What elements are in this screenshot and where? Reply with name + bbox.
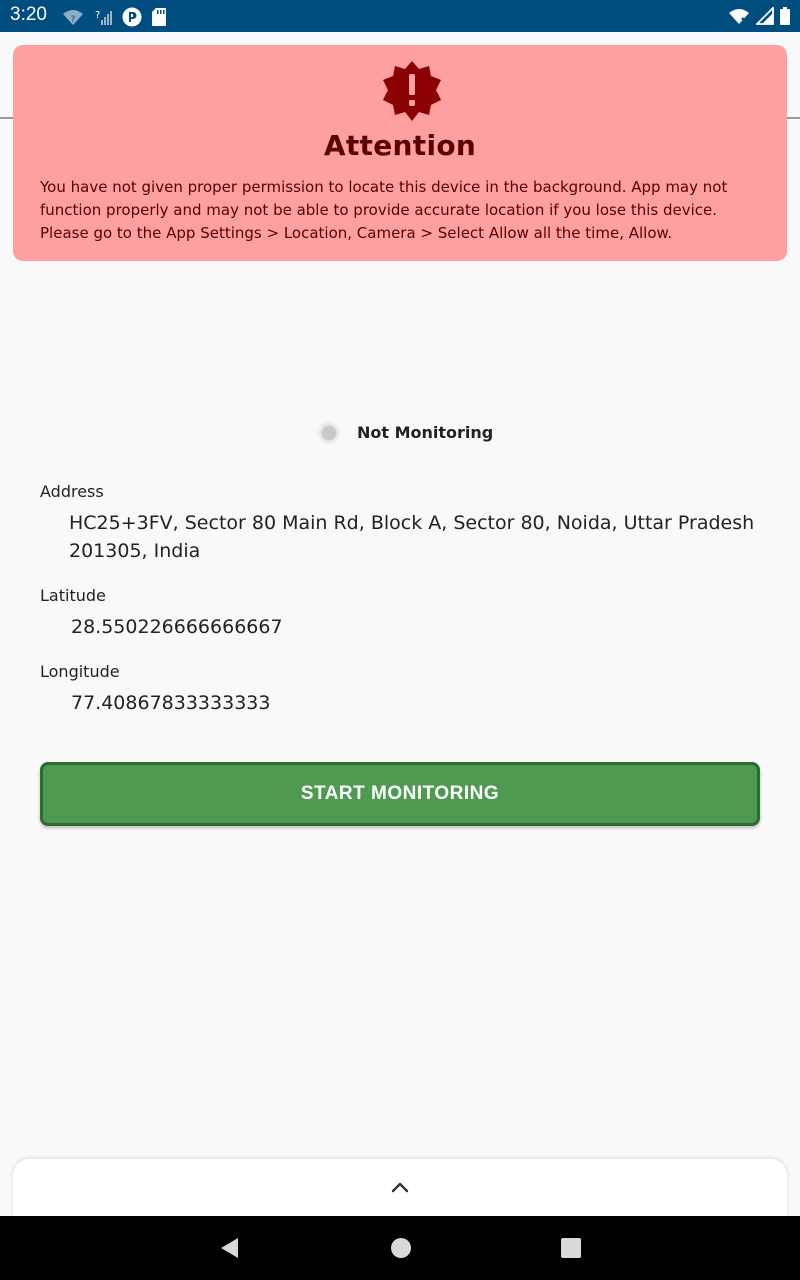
signal-question-icon: ? bbox=[95, 10, 112, 25]
warning-badge-icon bbox=[383, 61, 441, 121]
longitude-value: 77.40867833333333 bbox=[71, 692, 271, 714]
app-screen: 3:20 ? ? Attention You have not given pr… bbox=[0, 0, 800, 1280]
svg-text:?: ? bbox=[71, 15, 76, 25]
back-icon[interactable] bbox=[218, 1236, 242, 1260]
start-monitoring-button[interactable]: START MONITORING bbox=[40, 762, 760, 826]
wifi-question-icon: ? bbox=[63, 10, 83, 25]
signal-icon bbox=[756, 7, 774, 25]
parking-app-icon bbox=[122, 7, 142, 27]
attention-card: Attention You have not given proper perm… bbox=[13, 45, 787, 261]
chevron-up-icon[interactable] bbox=[388, 1177, 412, 1197]
status-left-icons: ? ? bbox=[62, 7, 166, 27]
monitoring-status: Not Monitoring bbox=[318, 423, 493, 442]
battery-icon bbox=[780, 7, 790, 25]
status-time: 3:20 bbox=[10, 4, 47, 25]
status-bar: 3:20 ? ? bbox=[0, 0, 800, 32]
address-label: Address bbox=[40, 482, 104, 501]
sd-card-icon bbox=[152, 8, 166, 26]
status-indicator-dot bbox=[322, 425, 336, 440]
latitude-value: 28.550226666666667 bbox=[71, 616, 283, 638]
navigation-bar bbox=[0, 1216, 800, 1280]
status-right-icons bbox=[728, 7, 790, 25]
svg-text:?: ? bbox=[95, 10, 100, 21]
attention-message: You have not given proper permission to … bbox=[40, 178, 728, 242]
wifi-off-icon bbox=[729, 9, 749, 24]
latitude-label: Latitude bbox=[40, 586, 106, 605]
recents-icon[interactable] bbox=[559, 1236, 583, 1260]
home-icon[interactable] bbox=[389, 1236, 413, 1260]
monitoring-status-label: Not Monitoring bbox=[357, 423, 494, 442]
longitude-label: Longitude bbox=[40, 662, 120, 681]
attention-title: Attention bbox=[323, 129, 477, 162]
address-value: HC25+3FV, Sector 80 Main Rd, Block A, Se… bbox=[69, 512, 755, 562]
